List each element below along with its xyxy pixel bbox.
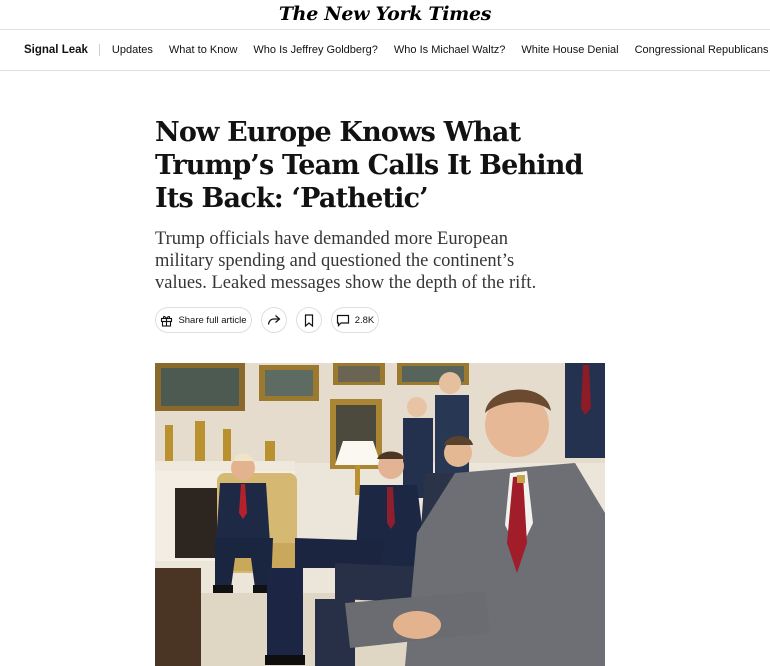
nav-item-white-house-denial[interactable]: White House Denial bbox=[521, 44, 618, 56]
article-actions: Share full article 2.8K bbox=[155, 307, 379, 333]
comments-count: 2.8K bbox=[354, 314, 375, 326]
story-navigation: Signal Leak Updates What to Know Who Is … bbox=[0, 29, 770, 71]
bookmark-icon bbox=[304, 313, 314, 327]
gift-icon bbox=[160, 314, 173, 327]
share-full-article-label: Share full article bbox=[178, 314, 247, 326]
masthead: The New York Times bbox=[0, 0, 770, 28]
save-bookmark-button[interactable] bbox=[296, 307, 322, 333]
share-arrow-icon bbox=[267, 314, 281, 326]
nyt-logo[interactable]: The New York Times bbox=[279, 3, 492, 25]
nav-item-michael-waltz[interactable]: Who Is Michael Waltz? bbox=[394, 44, 505, 56]
oval-office-photo-illustration bbox=[155, 363, 605, 666]
nav-section-signal-leak[interactable]: Signal Leak bbox=[24, 44, 100, 56]
article-summary: Trump officials have demanded more Europ… bbox=[155, 229, 537, 293]
comment-icon bbox=[336, 314, 350, 327]
share-full-article-button[interactable]: Share full article bbox=[155, 307, 252, 333]
comments-button[interactable]: 2.8K bbox=[331, 307, 379, 333]
nav-item-congressional-republicans[interactable]: Congressional Republicans Shrug bbox=[635, 44, 770, 56]
share-button[interactable] bbox=[261, 307, 287, 333]
article-lead-photo bbox=[155, 363, 605, 666]
article-headline: Now Europe Knows What Trump’s Team Calls… bbox=[155, 117, 583, 214]
nav-item-updates[interactable]: Updates bbox=[112, 44, 153, 56]
nav-item-what-to-know[interactable]: What to Know bbox=[169, 44, 237, 56]
nav-item-jeffrey-goldberg[interactable]: Who Is Jeffrey Goldberg? bbox=[253, 44, 378, 56]
